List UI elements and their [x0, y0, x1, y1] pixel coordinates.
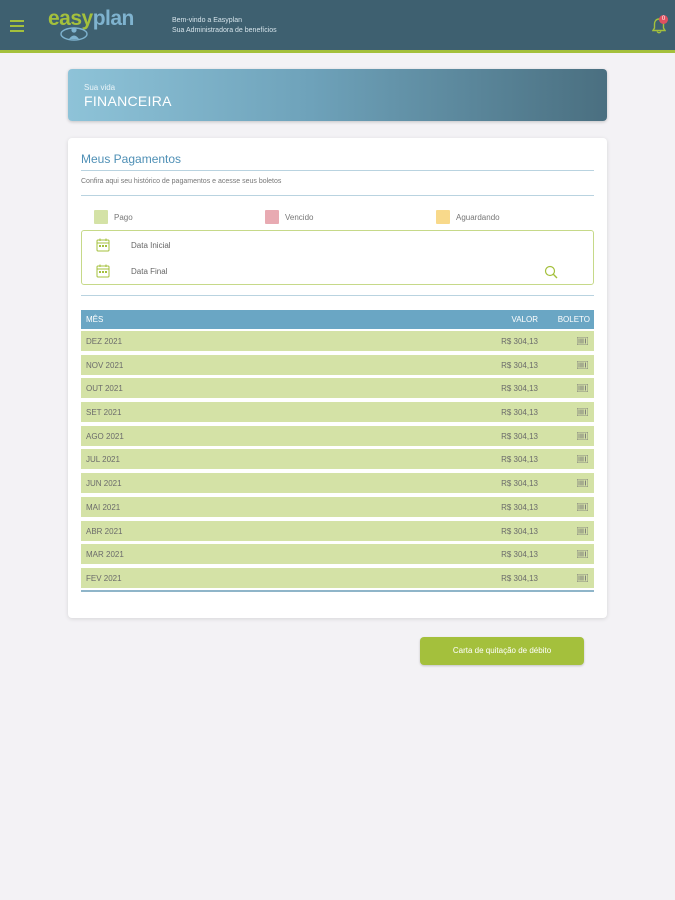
- start-date-field[interactable]: Data Inicial: [96, 237, 171, 253]
- notification-badge: 0: [659, 15, 668, 24]
- legend-pending: Aguardando: [436, 210, 500, 224]
- start-date-label: Data Inicial: [131, 240, 171, 250]
- payments-table-body: DEZ 2021 R$ 304,13 NOV 2021 R$ 304,13 OUT 20…: [81, 331, 594, 592]
- barcode-icon[interactable]: [577, 384, 588, 393]
- date-filter-box: Data Inicial Data Final: [81, 230, 594, 285]
- table-row[interactable]: JUN 2021 R$ 304,13: [81, 473, 594, 494]
- calendar-icon: [96, 238, 110, 252]
- row-value: R$ 304,13: [501, 573, 538, 583]
- top-bar: easyplan Bem-vindo a Easyplan Sua Admini…: [0, 0, 675, 53]
- barcode-icon[interactable]: [577, 526, 588, 535]
- row-month: JUL 2021: [86, 455, 120, 465]
- end-date-field[interactable]: Data Final: [96, 263, 167, 279]
- row-value: R$ 304,13: [501, 526, 538, 536]
- row-value: R$ 304,13: [501, 479, 538, 489]
- easyplan-logo: easyplan: [48, 7, 138, 43]
- row-value: R$ 304,13: [501, 384, 538, 394]
- welcome-text: Bem-vindo a Easyplan Sua Administradora …: [172, 16, 277, 36]
- hero-subtitle: Sua vida: [84, 83, 116, 92]
- row-month: NOV 2021: [86, 360, 124, 370]
- row-month: SET 2021: [86, 408, 122, 418]
- hero-banner: Sua vida FINANCEIRA: [68, 69, 607, 121]
- barcode-icon[interactable]: [577, 573, 588, 582]
- row-month: AGO 2021: [86, 431, 124, 441]
- debit-letter-button[interactable]: Carta de quitação de débito: [420, 637, 584, 665]
- row-month: DEZ 2021: [86, 337, 123, 346]
- notifications-bell-icon[interactable]: 0: [651, 15, 668, 36]
- hamburger-menu-icon[interactable]: [10, 20, 24, 32]
- barcode-icon[interactable]: [577, 337, 588, 345]
- row-value: R$ 304,13: [501, 502, 538, 512]
- row-month: JUN 2021: [86, 479, 122, 489]
- row-month: MAI 2021: [86, 502, 121, 512]
- legend-pending-swatch: [436, 210, 450, 224]
- legend-pending-label: Aguardando: [456, 212, 500, 222]
- row-month: ABR 2021: [86, 526, 123, 536]
- barcode-icon[interactable]: [577, 502, 588, 511]
- barcode-icon[interactable]: [577, 408, 588, 417]
- table-row[interactable]: SET 2021 R$ 304,13: [81, 402, 594, 423]
- barcode-icon[interactable]: [577, 431, 588, 440]
- payments-title: Meus Pagamentos: [81, 152, 182, 166]
- row-month: MAR 2021: [86, 550, 124, 560]
- calendar-icon: [96, 264, 110, 278]
- header-boleto: BOLETO: [557, 315, 590, 324]
- end-date-label: Data Final: [131, 266, 168, 276]
- barcode-icon[interactable]: [577, 360, 588, 369]
- row-month: OUT 2021: [86, 384, 123, 394]
- table-row[interactable]: MAI 2021 R$ 304,13: [81, 496, 594, 517]
- welcome-line-1: Bem-vindo a Easyplan: [172, 17, 243, 24]
- barcode-icon[interactable]: [577, 550, 588, 559]
- legend-paid: Pago: [94, 210, 133, 224]
- row-month: FEV 2021: [86, 573, 122, 583]
- row-value: R$ 304,13: [501, 431, 538, 441]
- table-row[interactable]: OUT 2021 R$ 304,13: [81, 378, 594, 399]
- logo-plan-text: plan: [92, 7, 135, 30]
- header-value: VALOR: [511, 315, 538, 324]
- table-row[interactable]: MAR 2021 R$ 304,13: [81, 544, 594, 565]
- row-value: R$ 304,13: [501, 455, 538, 465]
- row-value: R$ 304,13: [501, 337, 538, 346]
- table-row[interactable]: ABR 2021 R$ 304,13: [81, 520, 594, 541]
- table-bottom-line: [81, 590, 594, 592]
- row-value: R$ 304,13: [501, 360, 538, 370]
- payments-table-header: MÊS VALOR BOLETO: [81, 310, 594, 329]
- table-row[interactable]: DEZ 2021 R$ 304,13: [81, 331, 594, 351]
- logo-figure-icon: [60, 27, 88, 41]
- divider: [81, 195, 594, 196]
- barcode-icon[interactable]: [577, 479, 588, 488]
- payments-description: Confira aqui seu histórico de pagamentos…: [81, 178, 282, 185]
- divider: [81, 170, 594, 171]
- table-row[interactable]: AGO 2021 R$ 304,13: [81, 425, 594, 446]
- row-value: R$ 304,13: [501, 550, 538, 560]
- divider: [81, 295, 594, 296]
- table-row[interactable]: FEV 2021 R$ 304,13: [81, 567, 594, 588]
- table-row[interactable]: JUL 2021 R$ 304,13: [81, 449, 594, 470]
- barcode-icon[interactable]: [577, 455, 588, 464]
- table-row[interactable]: NOV 2021 R$ 304,13: [81, 354, 594, 375]
- payments-card: Meus Pagamentos Confira aqui seu históri…: [68, 138, 607, 618]
- welcome-line-2: Sua Administradora de benefícios: [172, 27, 277, 34]
- legend-paid-swatch: [94, 210, 108, 224]
- search-icon[interactable]: [544, 265, 558, 279]
- header-month: MÊS: [86, 315, 104, 324]
- legend-paid-label: Pago: [114, 212, 133, 222]
- legend-overdue: Vencido: [265, 210, 313, 224]
- row-value: R$ 304,13: [501, 408, 538, 418]
- legend-overdue-swatch: [265, 210, 279, 224]
- legend-overdue-label: Vencido: [285, 212, 314, 222]
- hero-title: FINANCEIRA: [84, 93, 172, 109]
